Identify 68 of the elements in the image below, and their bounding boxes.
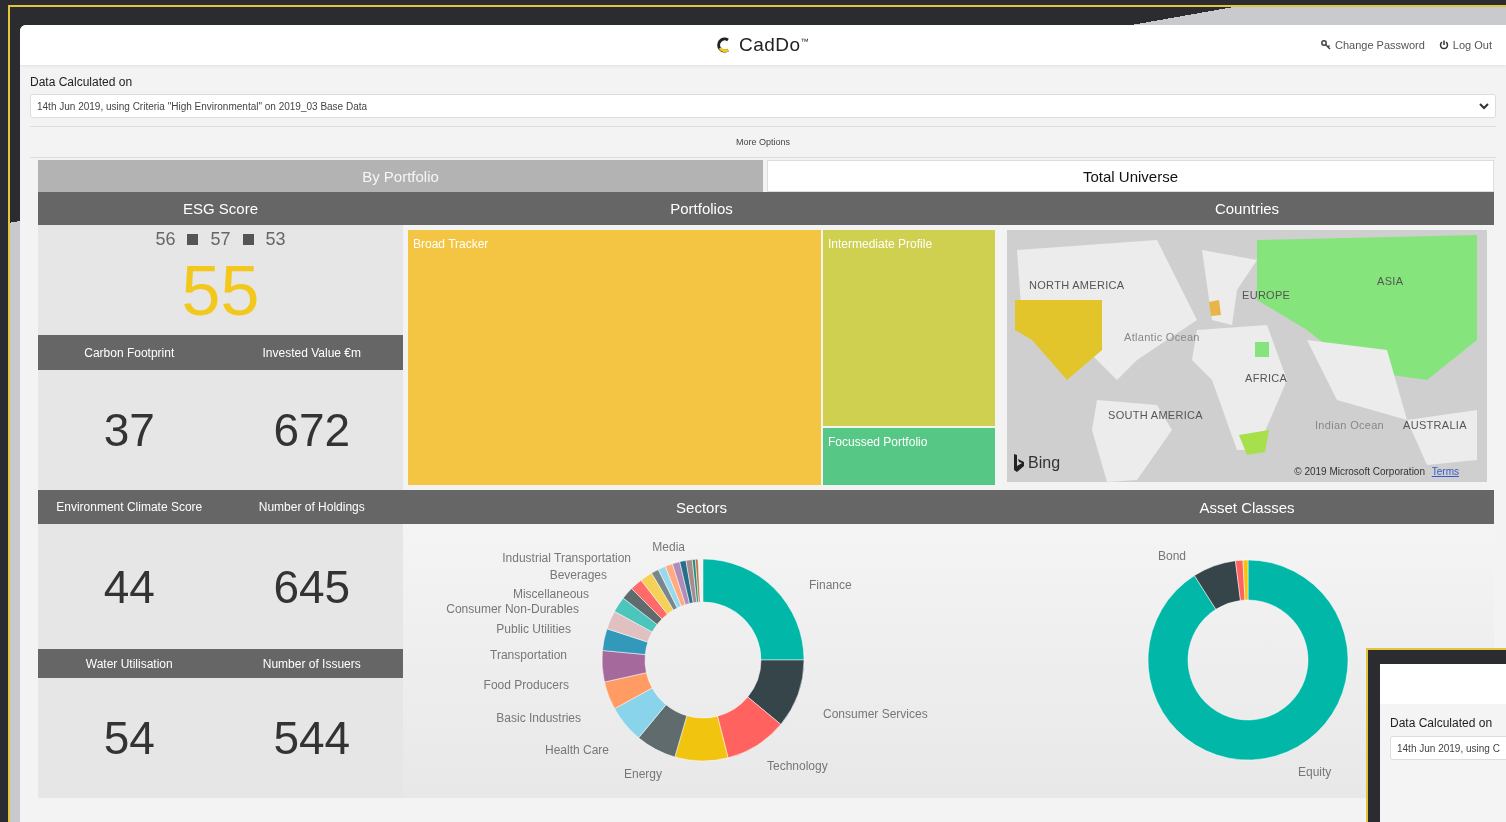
section-header: Countries (1000, 192, 1494, 225)
key-icon (1320, 40, 1331, 50)
power-icon (1438, 40, 1449, 50)
score-value: 53 (265, 229, 286, 250)
slice-label: Media (652, 540, 685, 554)
chevron-icon (1479, 102, 1489, 110)
metric-value: 37 (103, 403, 155, 457)
section-header: Asset Classes (1000, 490, 1494, 524)
slice-label: Energy (623, 767, 662, 781)
slice-label: Bond (1157, 549, 1186, 563)
bing-logo-icon (1013, 454, 1025, 472)
section-header: Sectors (403, 490, 1000, 524)
map-label: NORTH AMERICA (1029, 279, 1125, 291)
calculation-select[interactable]: 14th Jun 2019, using Criteria "High Environmental" on 2019_03 Base Data (30, 94, 1496, 118)
map-label: AFRICA (1245, 372, 1288, 384)
slice-label: Basic Industries (496, 711, 581, 725)
metric-label: Environment Climate Score (56, 500, 203, 514)
field-label: Data Calculated on (30, 75, 134, 89)
slice-label: Beverages (549, 568, 607, 582)
slice-label: Consumer Non-Durables (446, 602, 579, 616)
metric-label: Invested Value €m (262, 345, 361, 360)
slice-label: Public Utilities (496, 622, 571, 636)
map-brand: Bing (1028, 454, 1061, 472)
metric-value: 645 (273, 559, 351, 614)
map-label: SOUTH AMERICA (1108, 409, 1203, 421)
section-header: Portfolios (403, 192, 1000, 225)
field-label: Data Calculated on (1390, 716, 1494, 730)
map-copyright: © 2019 Microsoft Corporation (1294, 466, 1425, 477)
metric-value: 44 (103, 559, 155, 614)
map-label: AUSTRALIA (1403, 419, 1467, 431)
slice-label: Finance (809, 578, 852, 592)
metric-label: Number of Issuers (262, 656, 361, 671)
score-value: 56 (155, 229, 176, 250)
metric-label: Number of Holdings (258, 500, 365, 514)
square-icon (242, 234, 254, 245)
metric-label: Carbon Footprint (84, 345, 175, 360)
more-options-link[interactable]: More Options (736, 137, 790, 147)
slice-label: Technology (767, 759, 828, 773)
map-label: Atlantic Ocean (1124, 331, 1200, 343)
square-icon (187, 234, 199, 245)
header-link[interactable]: Change Password (1320, 39, 1425, 51)
slice-label: Equity (1298, 765, 1332, 779)
metric-value: 672 (273, 403, 351, 457)
slice-label: Transportation (490, 648, 567, 662)
metric-label: Water Utilisation (85, 656, 173, 671)
section-header: ESG Score (38, 192, 403, 225)
donut-slice (601, 650, 647, 683)
slice-label: Industrial Transportation (502, 551, 631, 565)
esg-score: 55 (181, 256, 260, 326)
tab[interactable]: Total Universe (767, 160, 1494, 192)
metric-value: 544 (273, 711, 351, 765)
slice-label: Health Care (544, 743, 609, 757)
donut-slice (674, 715, 729, 762)
logo-icon (716, 37, 731, 53)
donut-slice (717, 696, 782, 759)
map-label: ASIA (1377, 275, 1404, 287)
score-value: 57 (210, 229, 231, 250)
metric-value: 54 (103, 711, 155, 765)
map-label: Indian Ocean (1315, 419, 1385, 431)
slice-label: Miscellaneous (512, 587, 589, 601)
terms-link[interactable]: Terms (1431, 466, 1459, 477)
donut-slice (602, 628, 649, 655)
logo-text: CadDo$^{™}$ (738, 34, 810, 56)
slice-label: Food Producers (483, 678, 569, 692)
slice-label: Consumer Services (823, 707, 928, 721)
donut-slice (614, 687, 667, 739)
calculation-select[interactable]: 14th Jun 2019, using C (1390, 736, 1506, 760)
header-link[interactable]: Log Out (1438, 39, 1492, 51)
